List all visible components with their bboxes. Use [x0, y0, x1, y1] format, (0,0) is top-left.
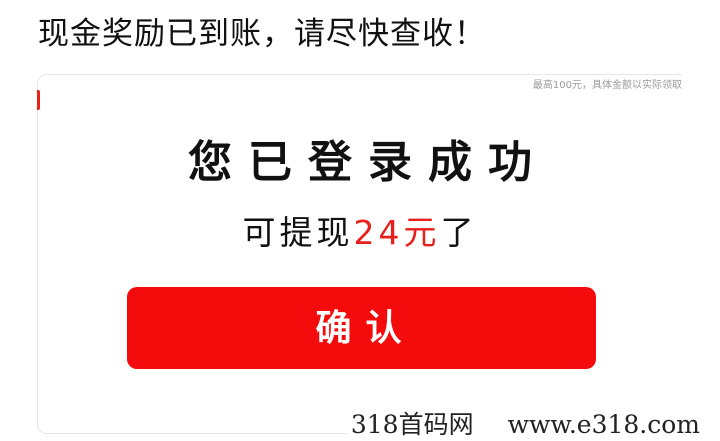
- dialog-edge-mark: [37, 90, 40, 110]
- page-headline: 现金奖励已到账，请尽快查收！: [38, 16, 486, 52]
- withdrawable-amount: 24元: [353, 213, 441, 252]
- success-dialog: 最高100元，具体金额以实际领取 您已登录成功 可提现24元了 确认: [37, 74, 682, 434]
- confirm-button[interactable]: 确认: [127, 287, 596, 369]
- dialog-amount-note: 最高100元，具体金额以实际领取: [532, 80, 682, 91]
- watermark-brand: 318首码网: [350, 410, 474, 439]
- dialog-subtitle: 可提现24元了: [38, 211, 682, 255]
- dialog-title: 您已登录成功: [188, 137, 548, 188]
- watermark-url: www.e318.com: [507, 410, 700, 439]
- watermark: 318首码网 www.e318.com: [346, 409, 700, 441]
- subtitle-prefix: 可提现: [242, 213, 354, 252]
- subtitle-suffix: 了: [440, 213, 478, 252]
